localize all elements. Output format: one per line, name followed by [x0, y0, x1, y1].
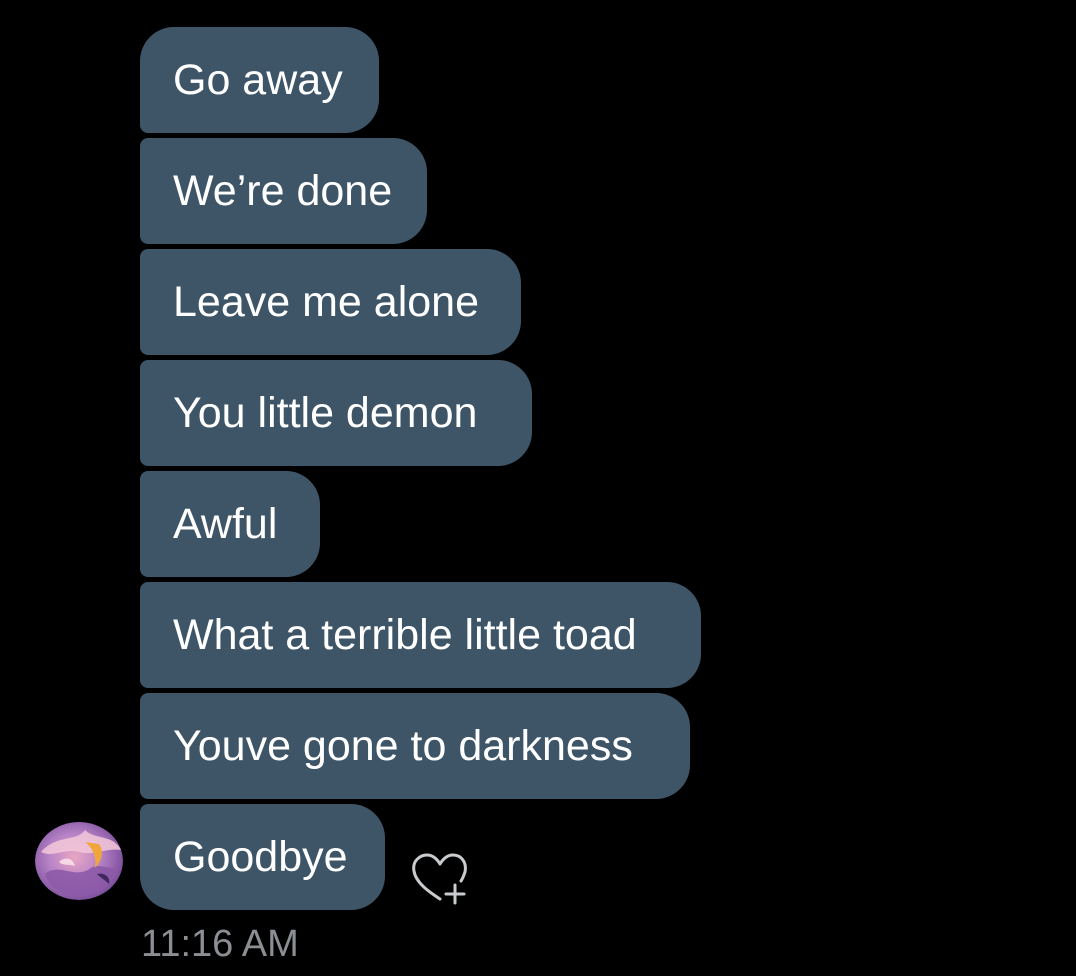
message-bubble[interactable]: You little demon [140, 360, 532, 466]
message-thread: Go away We’re done Leave me alone You li… [0, 0, 1076, 976]
message-bubble[interactable]: Goodbye [140, 804, 385, 910]
message-timestamp: 11:16 AM [141, 923, 299, 965]
message-bubble[interactable]: Youve gone to darkness [140, 693, 690, 799]
message-bubble[interactable]: Leave me alone [140, 249, 521, 355]
message-bubble[interactable]: We’re done [140, 138, 427, 244]
message-bubble[interactable]: Go away [140, 27, 379, 133]
abstract-avatar-icon[interactable] [35, 822, 123, 900]
heart-plus-icon[interactable] [410, 853, 470, 907]
message-bubble[interactable]: Awful [140, 471, 320, 577]
message-bubble[interactable]: What a terrible little toad [140, 582, 701, 688]
